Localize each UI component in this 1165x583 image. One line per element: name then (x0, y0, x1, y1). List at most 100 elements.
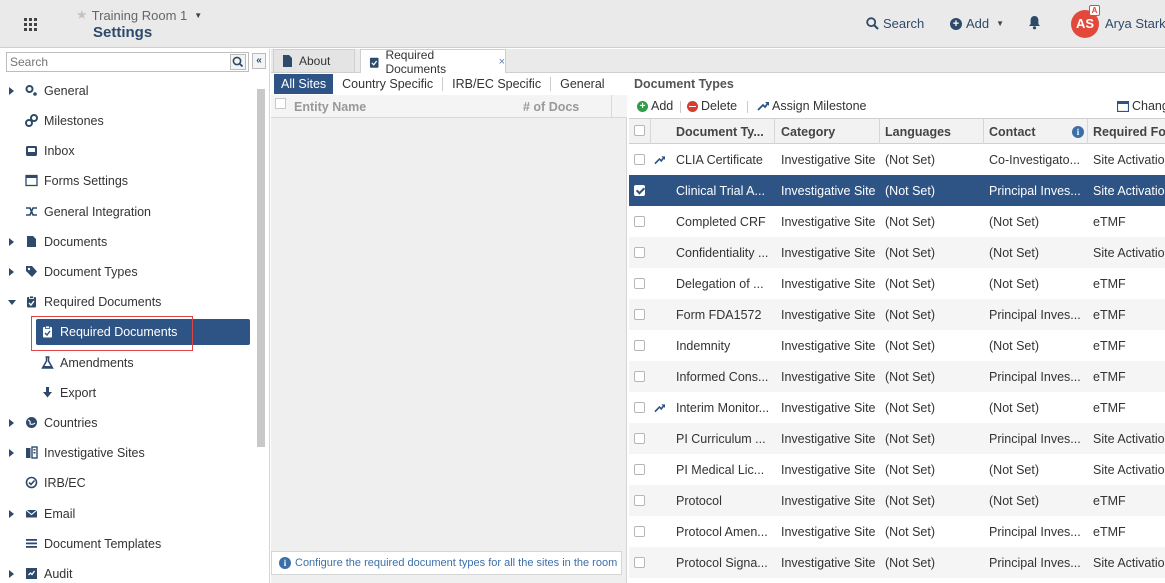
row-checkbox[interactable] (634, 526, 645, 537)
table-row[interactable]: Protocol Investigative Site (Not Set) (Not … (629, 485, 1165, 516)
row-checkbox[interactable] (634, 433, 645, 444)
delete-button[interactable]: Delete (687, 99, 737, 113)
chevron-down-icon: ▼ (996, 19, 1005, 28)
expand-arrow-icon[interactable] (9, 510, 14, 518)
sidebar-item-label: Countries (44, 416, 98, 430)
column-doc-count[interactable]: # of Docs (523, 100, 579, 114)
sidebar-item-countries[interactable]: Countries (0, 411, 250, 435)
content-tabs: About Required Documents × (271, 48, 1165, 76)
expand-arrow-icon[interactable] (9, 87, 14, 95)
expand-arrow-icon[interactable] (9, 419, 14, 427)
subtab-country-specific[interactable]: Country Specific (333, 77, 444, 91)
row-checkbox[interactable] (634, 216, 645, 227)
grid-body: CLIA Certificate Investigative Site (Not S… (629, 144, 1165, 578)
nav-search-button[interactable] (230, 54, 246, 70)
sidebar-item-amendments[interactable]: Amendments (0, 351, 250, 375)
nav-scrollbar[interactable] (256, 81, 266, 581)
close-icon[interactable]: × (499, 56, 505, 68)
table-row[interactable]: Indemnity Investigative Site (Not Set) (Not… (629, 330, 1165, 361)
column-entity-name[interactable]: Entity Name (294, 100, 366, 114)
globe-icon (25, 416, 38, 429)
info-icon[interactable]: i (1072, 126, 1084, 138)
cell-document-type: Completed CRF (676, 215, 766, 229)
table-row[interactable]: Protocol Signa... Investigative Site (Not … (629, 547, 1165, 578)
subtab-all-sites[interactable]: All Sites (274, 74, 334, 94)
change-button[interactable]: Change (1117, 99, 1165, 113)
row-checkbox[interactable] (634, 464, 645, 475)
change-label: Change (1132, 99, 1165, 113)
column-contact[interactable]: Contact (989, 125, 1036, 139)
search-icon (232, 56, 244, 68)
expand-arrow-icon[interactable] (9, 268, 14, 276)
table-row[interactable]: Informed Cons... Investigative Site (Not S… (629, 361, 1165, 392)
column-languages[interactable]: Languages (885, 125, 951, 139)
cell-category: Investigative Site (781, 463, 876, 477)
select-all-checkbox[interactable] (634, 125, 645, 136)
sidebar-item-document-types[interactable]: Document Types (0, 260, 250, 284)
sidebar-item-general-integration[interactable]: General Integration (0, 200, 250, 224)
expand-arrow-icon[interactable] (9, 449, 14, 457)
table-row[interactable]: CLIA Certificate Investigative Site (Not S… (629, 144, 1165, 175)
cell-contact: (Not Set) (989, 401, 1040, 415)
tab-about[interactable]: About (273, 49, 355, 72)
collapse-arrow-icon[interactable] (8, 300, 16, 305)
header-add-button[interactable]: + Add ▼ (950, 16, 1004, 31)
cell-document-type: Indemnity (676, 339, 731, 353)
nav-search-box (6, 52, 249, 72)
table-row[interactable]: Confidentiality ... Investigative Site (No… (629, 237, 1165, 268)
sidebar-item-investigative-sites[interactable]: Investigative Sites (0, 441, 250, 465)
column-category[interactable]: Category (781, 125, 835, 139)
expand-arrow-icon[interactable] (9, 570, 14, 578)
row-checkbox[interactable] (634, 557, 645, 568)
collapse-sidebar-button[interactable]: « (252, 53, 266, 69)
table-row[interactable]: Completed CRF Investigative Site (Not Set)… (629, 206, 1165, 237)
sidebar-item-documents[interactable]: Documents (0, 230, 250, 254)
row-checkbox[interactable] (634, 247, 645, 258)
sidebar-item-email[interactable]: Email (0, 502, 250, 526)
row-checkbox[interactable] (634, 185, 645, 196)
sidebar-item-irb-ec[interactable]: IRB/EC (0, 471, 250, 495)
subtab-irb-ec-specific[interactable]: IRB/EC Specific (443, 77, 552, 91)
header-search-button[interactable]: Search (866, 16, 924, 31)
row-checkbox[interactable] (634, 495, 645, 506)
row-checkbox[interactable] (634, 278, 645, 289)
sidebar-item-audit[interactable]: Audit (0, 562, 250, 583)
room-selector[interactable]: ★ Training Room 1 ▼ (76, 7, 202, 23)
select-all-checkbox[interactable] (275, 98, 286, 109)
sidebar-item-inbox[interactable]: Inbox (0, 139, 250, 163)
sidebar-item-label: Milestones (44, 114, 104, 128)
add-button[interactable]: + Add (637, 99, 673, 113)
row-checkbox[interactable] (634, 309, 645, 320)
bell-icon[interactable] (1028, 15, 1041, 33)
table-row[interactable]: PI Curriculum ... Investigative Site (Not … (629, 423, 1165, 454)
expand-arrow-icon[interactable] (9, 238, 14, 246)
cell-required-for: Site Activatio (1093, 184, 1165, 198)
column-required-for[interactable]: Required Fo (1093, 125, 1165, 139)
assign-milestone-button[interactable]: Assign Milestone (757, 99, 867, 113)
sidebar-item-export[interactable]: Export (0, 381, 250, 405)
row-checkbox[interactable] (634, 371, 645, 382)
apps-grid-icon[interactable] (24, 18, 37, 31)
row-checkbox[interactable] (634, 154, 645, 165)
sidebar-item-required-documents-group[interactable]: Required Documents (0, 290, 250, 314)
sidebar-item-general[interactable]: General (0, 79, 250, 103)
sidebar-item-forms-settings[interactable]: Forms Settings (0, 169, 250, 193)
table-row[interactable]: Protocol Amen... Investigative Site (Not S… (629, 516, 1165, 547)
tab-required-documents[interactable]: Required Documents × (360, 48, 506, 76)
table-row[interactable]: Clinical Trial A... Investigative Site (No… (629, 175, 1165, 206)
subtab-general[interactable]: General (551, 77, 613, 91)
star-icon[interactable]: ★ (76, 7, 88, 23)
user-name[interactable]: Arya Stark (1105, 16, 1165, 31)
nav-search-input[interactable] (7, 53, 229, 71)
sidebar-item-document-templates[interactable]: Document Templates (0, 532, 250, 556)
table-row[interactable]: Delegation of ... Investigative Site (Not … (629, 268, 1165, 299)
sidebar-item-label: IRB/EC (44, 476, 86, 490)
cell-required-for: eTMF (1093, 401, 1126, 415)
table-row[interactable]: Interim Monitor... Investigative Site (Not… (629, 392, 1165, 423)
table-row[interactable]: PI Medical Lic... Investigative Site (Not … (629, 454, 1165, 485)
sidebar-item-milestones[interactable]: Milestones (0, 109, 250, 133)
row-checkbox[interactable] (634, 402, 645, 413)
table-row[interactable]: Form FDA1572 Investigative Site (Not Set) P… (629, 299, 1165, 330)
row-checkbox[interactable] (634, 340, 645, 351)
column-document-type[interactable]: Document Ty... (676, 125, 764, 139)
